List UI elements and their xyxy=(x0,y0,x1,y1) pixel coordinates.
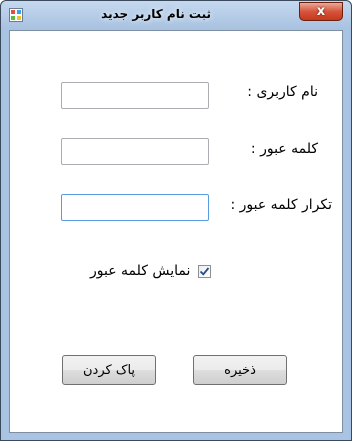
close-icon: x xyxy=(316,4,326,19)
app-window: ثبت نام کاربر جدید x نام کاربری : کلمه ع… xyxy=(0,0,352,441)
username-field[interactable] xyxy=(61,82,209,109)
close-button[interactable]: x xyxy=(299,2,343,21)
check-icon xyxy=(200,266,210,276)
show-password-option[interactable]: نمایش کلمه عبور xyxy=(90,263,212,279)
password-label: کلمه عبور : xyxy=(250,141,318,157)
show-password-label: نمایش کلمه عبور xyxy=(90,263,191,279)
confirm-password-input[interactable] xyxy=(62,195,208,220)
password-input[interactable] xyxy=(62,139,208,164)
password-field[interactable] xyxy=(61,138,209,165)
app-window-icon[interactable] xyxy=(9,8,23,22)
confirm-password-field[interactable] xyxy=(61,194,209,221)
show-password-checkbox[interactable] xyxy=(198,264,212,278)
save-button[interactable]: ذخیره xyxy=(193,355,287,385)
window-title: ثبت نام کاربر جدید xyxy=(101,7,211,21)
clear-button[interactable]: پاک کردن xyxy=(62,355,156,385)
username-label: نام کاربری : xyxy=(247,84,318,100)
title-bar[interactable]: ثبت نام کاربر جدید x xyxy=(1,1,351,29)
username-input[interactable] xyxy=(62,83,208,108)
confirm-password-label: تکرار کلمه عبور : xyxy=(230,197,332,213)
form-client-area: نام کاربری : کلمه عبور : تکرار کلمه عبور… xyxy=(9,30,343,433)
